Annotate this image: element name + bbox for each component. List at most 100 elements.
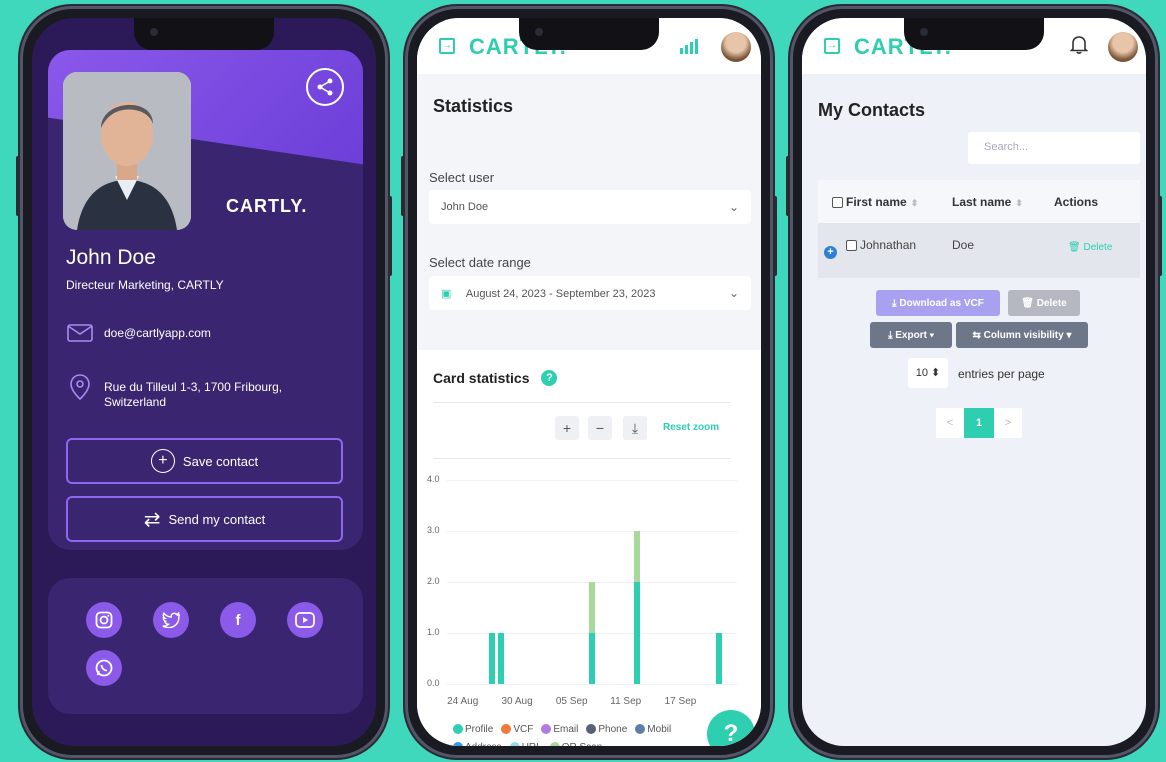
legend-swatch <box>453 742 463 746</box>
chart-bar-profile[interactable] <box>489 633 496 684</box>
legend-label: URL <box>522 742 542 746</box>
contact-name: John Doe <box>66 246 156 269</box>
sort-icon: ⬍ <box>910 198 919 208</box>
x-tick-label: 11 Sep <box>610 696 642 707</box>
send-contact-label: Send my contact <box>168 511 266 527</box>
y-tick-label: 3.0 <box>427 525 440 535</box>
user-avatar[interactable] <box>721 32 751 62</box>
row-delete-label: Delete <box>1083 242 1113 253</box>
legend-item[interactable]: Email <box>541 724 578 735</box>
legend-item[interactable]: QR Scan <box>549 742 603 746</box>
chart-bar-qr-scan[interactable] <box>634 531 641 582</box>
chevron-down-icon: ⌄ <box>728 200 739 214</box>
logout-icon[interactable]: → <box>824 38 840 54</box>
legend-item[interactable]: Mobil <box>635 724 671 735</box>
legend-label: Profile <box>465 724 494 735</box>
swap-arrows-icon: ⇄ <box>143 508 161 531</box>
pagination-next[interactable]: > <box>994 408 1022 438</box>
social-links-panel: f <box>48 578 363 714</box>
legend-label: Address <box>465 742 502 746</box>
phone-notch <box>904 18 1044 50</box>
legend-swatch <box>541 724 552 735</box>
table-row[interactable]: + Johnathan Doe 🗑 Delete <box>818 224 1140 278</box>
chart-legend-row-1: Profile VCF Email Phone Mobil <box>453 724 671 735</box>
legend-item[interactable]: Phone <box>586 724 627 735</box>
twitter-icon[interactable] <box>153 602 189 638</box>
entries-per-page-label: entries per page <box>958 367 1045 381</box>
y-tick-label: 2.0 <box>427 576 440 586</box>
address-line-2: Switzerland <box>104 395 167 409</box>
x-tick-label: 05 Sep <box>555 696 588 707</box>
logout-icon[interactable]: → <box>439 38 455 54</box>
legend-label: Mobil <box>647 724 672 735</box>
row-delete-link[interactable]: 🗑 Delete <box>1068 242 1112 253</box>
export-dropdown-button[interactable]: ⤓ Export ▾ <box>870 322 952 348</box>
legend-label: QR Scan <box>562 742 603 746</box>
user-avatar[interactable] <box>1108 32 1138 62</box>
col-actions: Actions <box>1054 195 1099 209</box>
youtube-icon[interactable] <box>287 602 323 638</box>
select-user-value: John Doe <box>441 201 489 213</box>
y-tick-label: 0.0 <box>427 678 440 688</box>
col-last-name[interactable]: Last name ⬍ <box>952 195 1023 209</box>
column-visibility-button[interactable]: ⇆ Column visibility ▾ <box>956 322 1088 348</box>
contact-email: doe@cartlyapp.com <box>104 326 211 340</box>
facebook-icon[interactable]: f <box>220 602 256 638</box>
plus-circle-icon: + <box>150 449 175 473</box>
page-title: My Contacts <box>818 100 926 120</box>
share-button[interactable] <box>306 68 344 106</box>
contacts-screen: → CARTLY. My Contacts Search... First na… <box>802 18 1146 746</box>
phone-statistics: → CARTLY. Statistics Select user John Do… <box>401 6 777 758</box>
legend-label: VCF <box>513 724 534 735</box>
whatsapp-icon[interactable] <box>86 650 122 686</box>
bulk-delete-button[interactable]: 🗑 Delete <box>1008 290 1080 316</box>
phone-my-contacts: → CARTLY. My Contacts Search... First na… <box>786 6 1162 758</box>
col-first-name[interactable]: First name ⬍ <box>832 195 918 209</box>
grid-line <box>447 480 737 481</box>
legend-item[interactable]: VCF <box>501 724 533 735</box>
chart-bar-profile[interactable] <box>634 582 641 684</box>
share-icon <box>317 78 333 96</box>
select-user-label: Select user <box>429 170 495 185</box>
send-contact-button[interactable]: ⇄ Send my contact <box>66 496 343 542</box>
chart-bar-profile[interactable] <box>498 633 505 684</box>
legend-item[interactable]: Address <box>453 742 502 746</box>
legend-item[interactable]: URL <box>509 742 542 746</box>
legend-swatch <box>635 724 646 735</box>
col-last-name-label: Last name <box>952 195 1012 209</box>
statistics-screen: → CARTLY. Statistics Select user John Do… <box>417 18 761 746</box>
legend-label: Email <box>553 724 579 735</box>
row-checkbox[interactable] <box>846 240 857 252</box>
save-contact-label: Save contact <box>182 453 259 469</box>
instagram-icon[interactable] <box>86 602 122 638</box>
cartly-logo: CARTLY. <box>226 196 308 216</box>
legend-label: Phone <box>598 724 628 735</box>
pagination-page-1[interactable]: 1 <box>964 408 994 438</box>
address-line-1: Rue du Tilleul 1-3, 1700 Fribourg, <box>104 380 283 394</box>
download-vcf-button[interactable]: ⤓ Download as VCF <box>876 290 1000 316</box>
chart-bar-qr-scan[interactable] <box>589 582 595 633</box>
select-all-checkbox[interactable] <box>832 197 843 209</box>
pagination-prev[interactable]: < <box>936 408 964 438</box>
chart-bar-profile[interactable] <box>715 633 722 684</box>
email-row[interactable]: doe@cartlyapp.com <box>66 324 211 345</box>
select-user-dropdown[interactable]: John Doe ⌄ <box>429 190 751 224</box>
legend-item[interactable]: Profile <box>453 724 493 735</box>
save-contact-button[interactable]: + Save contact <box>66 438 343 484</box>
stats-bars-icon[interactable] <box>679 38 701 59</box>
expand-row-icon[interactable]: + <box>824 246 837 259</box>
address-row[interactable]: Rue du Tilleul 1-3, 1700 Fribourg, Switz… <box>66 374 282 410</box>
chart-bar-profile[interactable] <box>589 633 595 684</box>
search-input[interactable]: Search... <box>968 132 1140 164</box>
date-range-picker[interactable]: ▣ August 24, 2023 - September 23, 2023 ⌄ <box>429 276 751 310</box>
contacts-table: First name ⬍ Last name ⬍ Actions + Johnath… <box>818 180 1140 278</box>
y-tick-label: 4.0 <box>427 474 440 484</box>
date-range-label: Select date range <box>429 255 531 270</box>
card-statistics-panel: Card statistics ? + − ⤓ Reset zoom 4.0 3.… <box>417 350 761 746</box>
entries-per-page-select[interactable]: 10 ⬍ <box>908 358 948 388</box>
bell-icon[interactable] <box>1069 34 1089 59</box>
profile-photo <box>63 72 191 230</box>
location-pin-icon <box>66 374 94 403</box>
phone-notch <box>519 18 659 50</box>
grid-line <box>447 684 737 685</box>
